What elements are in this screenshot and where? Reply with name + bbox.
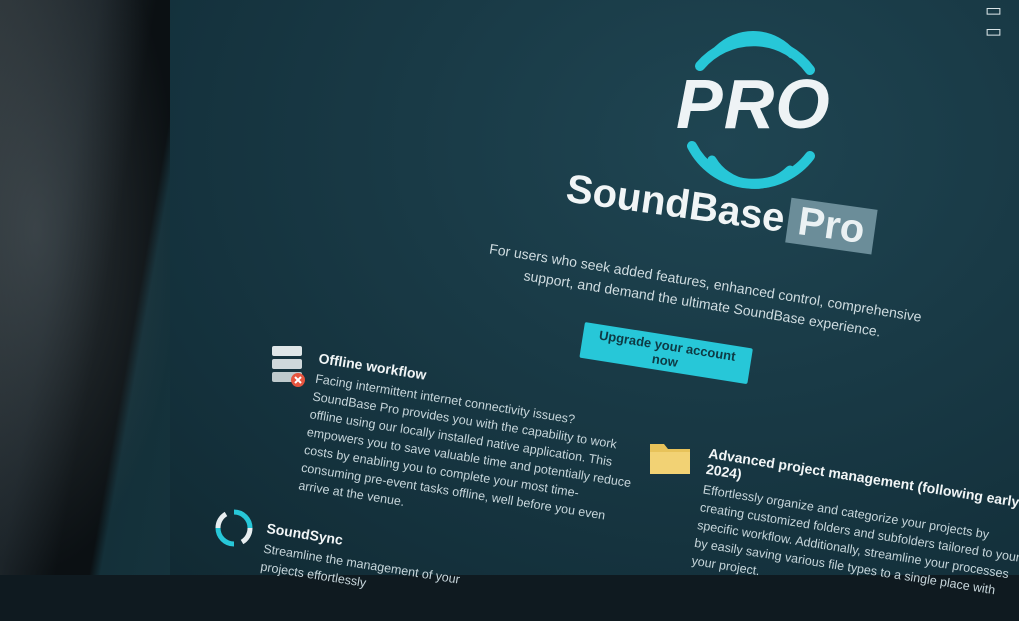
brand-pro-badge: Pro [785, 197, 878, 255]
sync-icon [215, 509, 253, 547]
window-controls: ▭ ▭ [985, 0, 1009, 41]
folder-icon [650, 444, 690, 474]
feature-project-management: Advanced project management (following e… [690, 445, 1019, 621]
upgrade-button[interactable]: Upgrade your account now [579, 322, 753, 385]
pro-logo-text: PRO [676, 65, 831, 143]
feature-soundsync: SoundSync Streamline the management of y… [259, 520, 465, 607]
monitor-bezel [0, 0, 180, 575]
database-error-icon [272, 346, 305, 387]
feature-offline-workflow: Offline workflow Facing intermittent int… [297, 350, 646, 546]
screen: ▭ ▭ PRO SoundBase Pro For users who seek … [170, 0, 1019, 597]
